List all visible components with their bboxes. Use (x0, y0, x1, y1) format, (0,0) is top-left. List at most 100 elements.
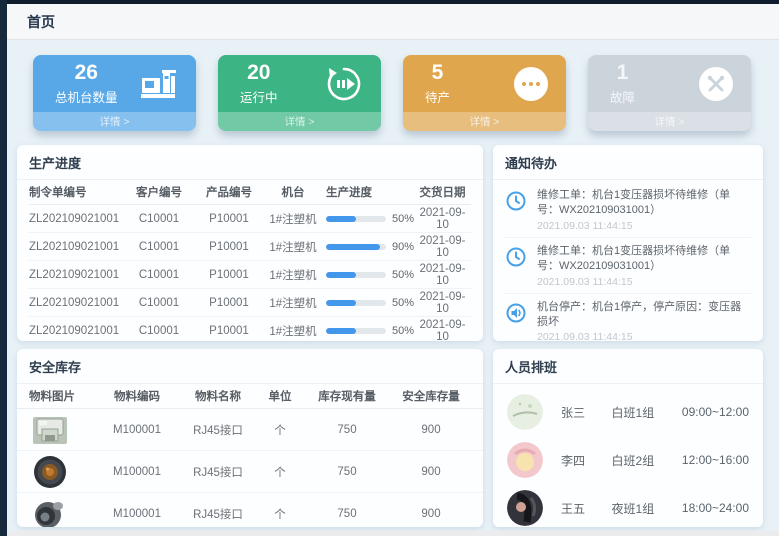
round-speaker-image (29, 454, 71, 490)
safety-stock-table: 物料图片 物料编码 物料名称 单位 库存现有量 安全库存量 (17, 384, 483, 527)
card-total-machines[interactable]: 26 总机台数量 (33, 55, 196, 131)
order-no: ZL202109021001 (29, 297, 124, 309)
person-time: 18:00~24:00 (682, 501, 749, 515)
progress-bar (326, 244, 386, 250)
notification-time: 2021.09.03 11:44:15 (537, 331, 751, 341)
item-name: RJ45接口 (179, 464, 257, 480)
dashboard-screen: 首页 26 总机台数量 (0, 0, 779, 536)
tab-home[interactable]: 首页 (19, 8, 63, 36)
total-machines-value: 26 (55, 61, 118, 85)
notification-text: 维修工单：机台1变压器损坏待维修（单号：WX202109031001） (537, 244, 751, 275)
col-item-code: 物料编码 (95, 388, 179, 404)
waiting-label: 待产 (425, 87, 450, 106)
person-time: 09:00~12:00 (682, 405, 749, 419)
notification-text: 维修工单：机台1变压器损坏待维修（单号：WX202109031001） (537, 188, 751, 219)
production-progress-title: 生产进度 (17, 145, 483, 180)
person-time: 12:00~16:00 (682, 453, 749, 467)
sidebar-collapsed-edge (0, 0, 7, 536)
machine-name: 1#注塑机 (264, 267, 322, 283)
personnel-schedule-panel: 人员排班 张三 白班1组 09:00~12:00 李 (493, 349, 763, 527)
person-shift: 白班1组 (612, 404, 682, 421)
total-machines-detail-link[interactable]: 详情 > (33, 112, 196, 131)
product-no: P10001 (194, 325, 264, 337)
running-detail-link[interactable]: 详情 > (218, 112, 381, 131)
card-running[interactable]: 20 运行中 详情 > (218, 55, 381, 131)
item-code: M100001 (95, 466, 179, 478)
safety-stock-header: 物料图片 物料编码 物料名称 单位 库存现有量 安全库存量 (17, 384, 483, 409)
production-progress-panel: 生产进度 制令单编号 客户编号 产品编号 机台 生产进度 交货日期 ZL2021… (17, 145, 483, 341)
progress-percent: 50% (392, 297, 414, 309)
window-bottom-edge (7, 531, 779, 536)
list-item: 王五 夜班1组 18:00~24:00 (507, 484, 749, 527)
machine-name: 1#注塑机 (264, 295, 322, 311)
notifications-panel: 通知待办 维修工单：机台1变压器损坏待维修（单号：WX202109031001）… (493, 145, 763, 341)
fault-detail-link[interactable]: 详情 > (588, 112, 751, 131)
production-table: 制令单编号 客户编号 产品编号 机台 生产进度 交货日期 ZL202109021… (17, 180, 483, 341)
progress-percent: 50% (392, 213, 414, 225)
clock-icon (505, 244, 529, 288)
waiting-value: 5 (425, 61, 450, 85)
product-no: P10001 (194, 213, 264, 225)
person-name: 王五 (561, 500, 612, 517)
product-no: P10001 (194, 297, 264, 309)
col-safety-qty: 安全库存量 (391, 388, 471, 404)
avatar-wangwu (507, 490, 543, 526)
list-item: 李四 白班2组 12:00~16:00 (507, 436, 749, 484)
table-row: ZL202109021001 C10001 P10001 1#注塑机 50% 2… (29, 261, 471, 289)
rj45-connector-image (29, 412, 71, 448)
waiting-detail-link[interactable]: 详情 > (403, 112, 566, 131)
order-no: ZL202109021001 (29, 269, 124, 281)
item-code: M100001 (95, 424, 179, 436)
item-code: M100001 (95, 508, 179, 520)
person-name: 张三 (561, 404, 612, 421)
person-shift: 夜班1组 (612, 500, 682, 517)
item-unit: 个 (257, 464, 303, 480)
col-progress: 生产进度 (322, 184, 414, 200)
cone-speaker-image (29, 496, 71, 527)
running-label: 运行中 (240, 87, 278, 106)
dashboard-content: 26 总机台数量 (7, 41, 779, 531)
col-stock-qty: 库存现有量 (303, 388, 391, 404)
safety-stock-panel: 安全库存 物料图片 物料编码 物料名称 单位 库存现有量 安全库存量 (17, 349, 483, 527)
card-waiting[interactable]: 5 待产 详情 > (403, 55, 566, 131)
customer-no: C10001 (124, 269, 194, 281)
notifications-title: 通知待办 (493, 145, 763, 180)
running-icon (325, 65, 363, 103)
product-no: P10001 (194, 241, 264, 253)
item-unit: 个 (257, 422, 303, 438)
list-item: 维修工单：机台1变压器损坏待维修（单号：WX202109031001） 2021… (505, 182, 751, 238)
list-item: 张三 白班1组 09:00~12:00 (507, 388, 749, 436)
table-row: ZL202109021001 C10001 P10001 1#注塑机 90% 2… (29, 233, 471, 261)
progress-bar (326, 272, 386, 278)
customer-no: C10001 (124, 241, 194, 253)
safety-qty: 900 (391, 466, 471, 478)
machine-name: 1#注塑机 (264, 323, 322, 339)
item-name: RJ45接口 (179, 506, 257, 522)
table-row: M100001 RJ45接口 个 750 900 (17, 493, 483, 527)
delivery-date: 2021-09-10 (414, 291, 471, 315)
notification-time: 2021.09.03 11:44:15 (537, 220, 751, 232)
speaker-icon (505, 300, 529, 341)
delivery-date: 2021-09-10 (414, 235, 471, 259)
ellipsis-icon (514, 67, 548, 101)
stat-cards-row: 26 总机台数量 (17, 53, 769, 131)
table-row: ZL202109021001 C10001 P10001 1#注塑机 50% 2… (29, 317, 471, 341)
avatar-lisi (507, 442, 543, 478)
customer-no: C10001 (124, 213, 194, 225)
product-no: P10001 (194, 269, 264, 281)
col-item-image: 物料图片 (29, 388, 95, 404)
list-item: 维修工单：机台1变压器损坏待维修（单号：WX202109031001） 2021… (505, 238, 751, 294)
tools-icon (699, 67, 733, 101)
notifications-list: 维修工单：机台1变压器损坏待维修（单号：WX202109031001） 2021… (493, 180, 763, 341)
personnel-schedule-title: 人员排班 (493, 349, 763, 384)
production-table-header: 制令单编号 客户编号 产品编号 机台 生产进度 交货日期 (29, 180, 471, 205)
card-fault[interactable]: 1 故障 详情 > (588, 55, 751, 131)
col-item-name: 物料名称 (179, 388, 257, 404)
list-item: 机台停产：机台1停产，停产原因：变压器损坏 2021.09.03 11:44:1… (505, 294, 751, 341)
table-row: M100001 RJ45接口 个 750 900 (17, 451, 483, 493)
col-product-no: 产品编号 (194, 184, 264, 200)
machine-name: 1#注塑机 (264, 211, 322, 227)
customer-no: C10001 (124, 297, 194, 309)
notification-text: 机台停产：机台1停产，停产原因：变压器损坏 (537, 300, 751, 331)
person-name: 李四 (561, 452, 612, 469)
